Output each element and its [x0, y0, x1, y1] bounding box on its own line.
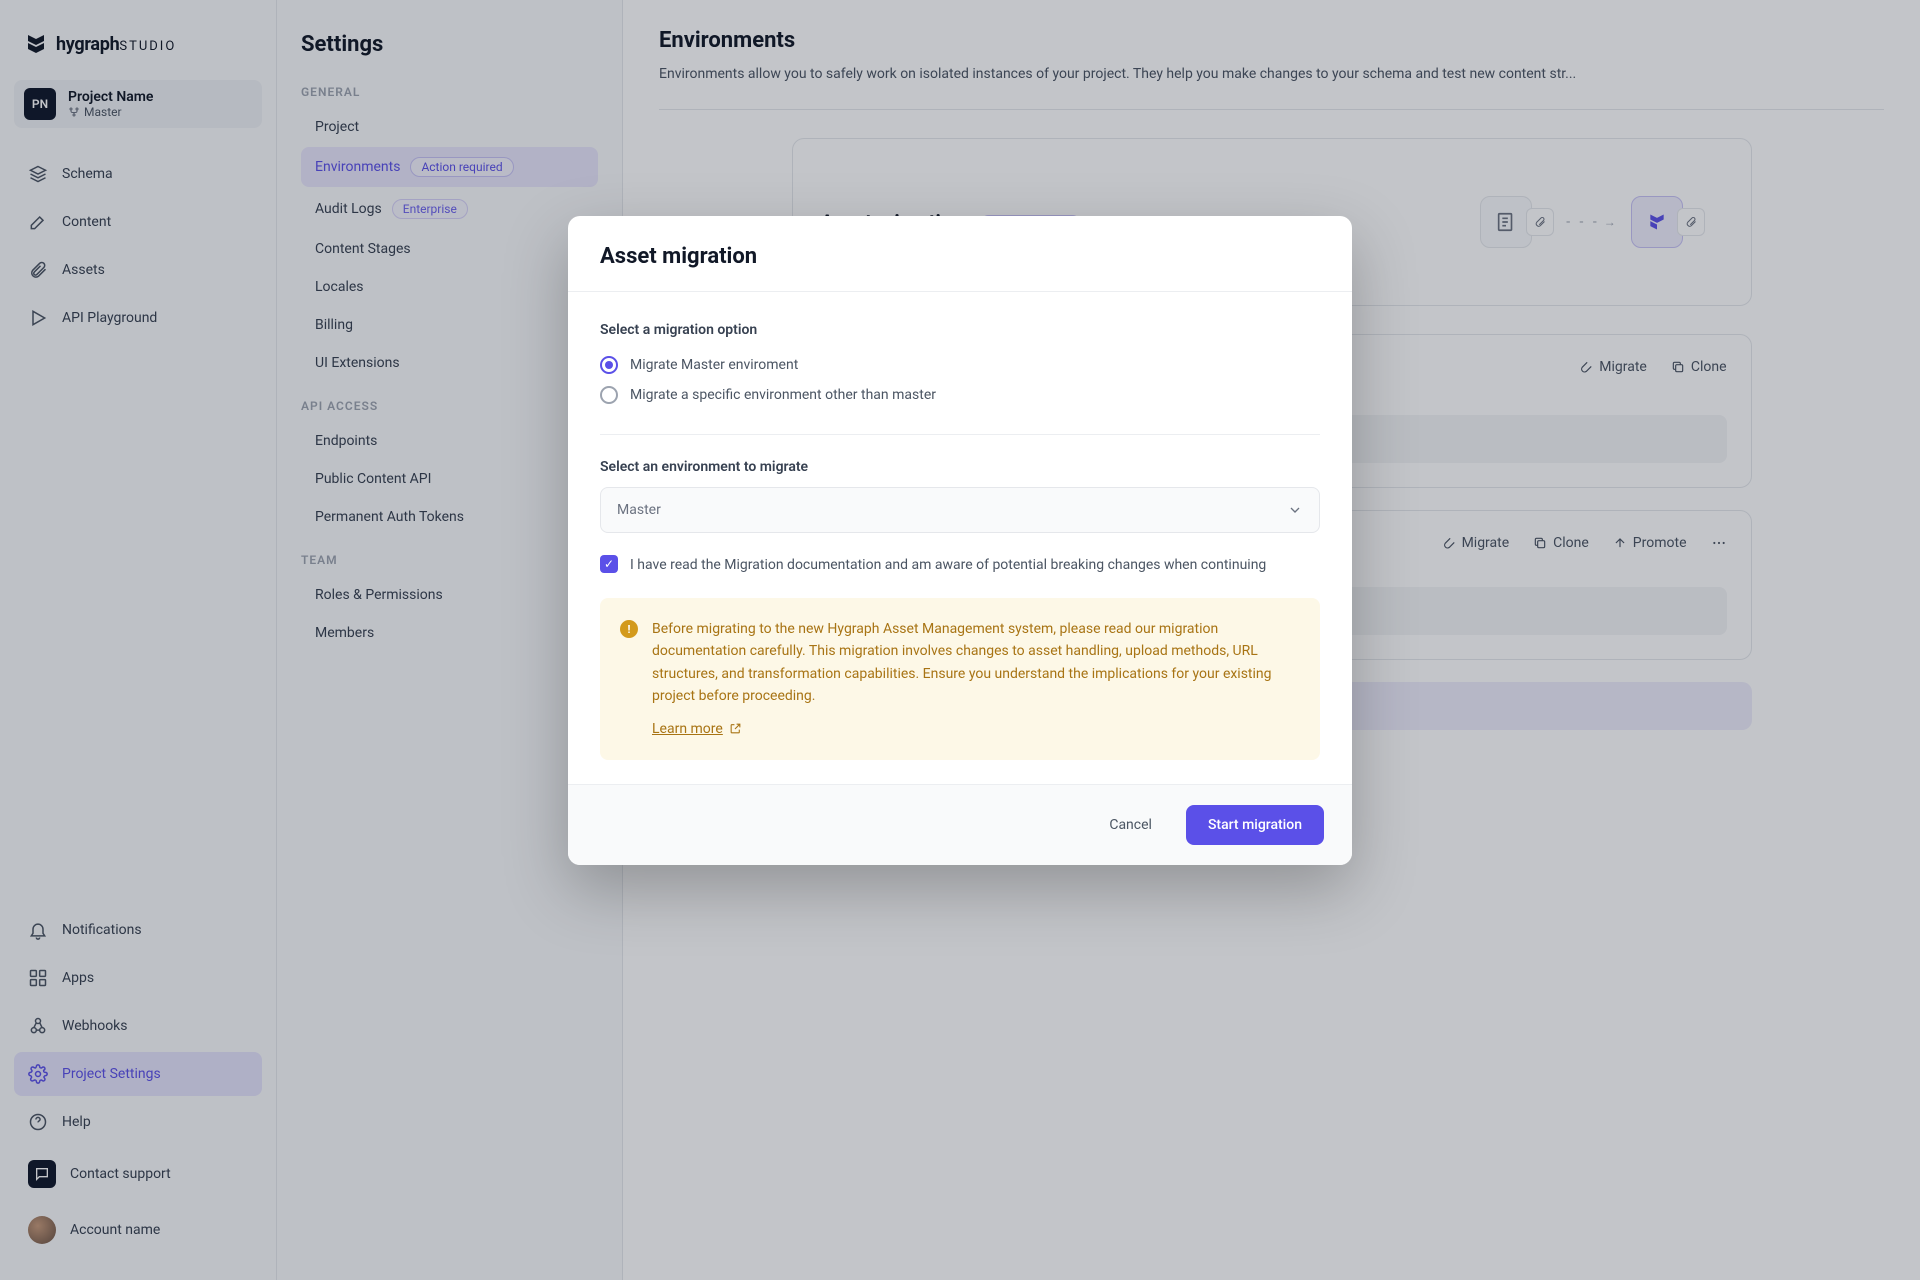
chevron-down-icon: [1287, 502, 1303, 518]
cancel-button[interactable]: Cancel: [1095, 807, 1166, 843]
migration-option-label: Select a migration option: [600, 322, 1320, 338]
checkbox-icon: ✓: [600, 555, 618, 573]
environment-select[interactable]: Master: [600, 487, 1320, 533]
external-link-icon: [729, 722, 742, 735]
radio-migrate-specific[interactable]: Migrate a specific environment other tha…: [600, 380, 1320, 410]
radio-icon: [600, 356, 618, 374]
learn-more-link[interactable]: Learn more: [652, 718, 742, 740]
modal-overlay[interactable]: Asset migration Select a migration optio…: [0, 0, 1920, 1280]
start-migration-button[interactable]: Start migration: [1186, 805, 1324, 845]
select-value: Master: [617, 502, 661, 518]
warning-text: Before migrating to the new Hygraph Asse…: [652, 621, 1272, 704]
warning-icon: !: [620, 620, 638, 638]
radio-icon: [600, 386, 618, 404]
environment-select-label: Select an environment to migrate: [600, 459, 1320, 475]
modal-title: Asset migration: [600, 244, 1320, 269]
radio-migrate-master[interactable]: Migrate Master enviroment: [600, 350, 1320, 380]
divider: [600, 434, 1320, 435]
asset-migration-modal: Asset migration Select a migration optio…: [568, 216, 1352, 865]
acknowledge-checkbox[interactable]: ✓ I have read the Migration documentatio…: [600, 555, 1320, 576]
warning-panel: ! Before migrating to the new Hygraph As…: [600, 598, 1320, 760]
